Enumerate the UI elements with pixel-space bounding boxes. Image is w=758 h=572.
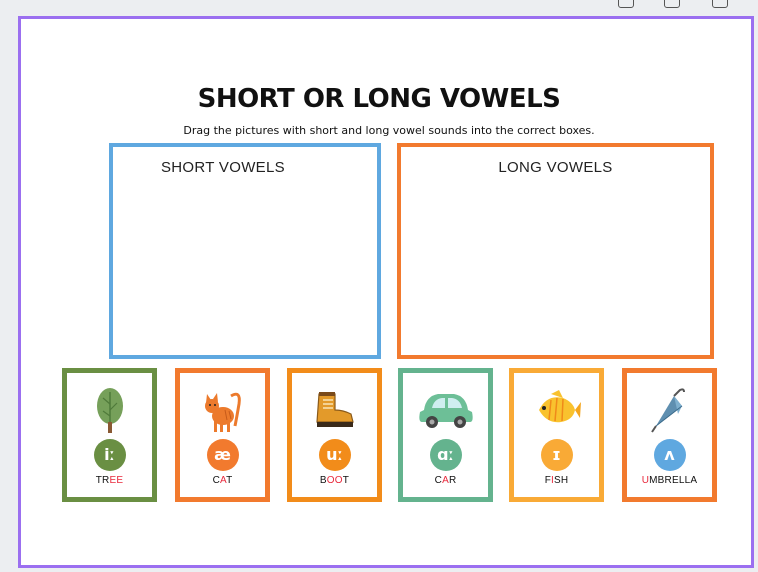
phonetic-symbol: iː	[93, 439, 126, 471]
page-title: SHORT OR LONG VOWELS	[197, 84, 561, 114]
instructions: Drag the pictures with short and long vo…	[183, 124, 595, 137]
phonetic-symbol: æ	[206, 439, 239, 471]
cat-icon	[204, 392, 241, 432]
card-cat[interactable]: æ CAT	[175, 368, 270, 502]
phonetic-symbol: ɪ	[540, 439, 573, 471]
copy-icon[interactable]	[664, 0, 680, 8]
expand-icon[interactable]	[712, 0, 728, 8]
card-fish[interactable]: ɪ FISH	[509, 368, 604, 502]
info-icon[interactable]	[618, 0, 634, 8]
boot-icon	[315, 392, 354, 427]
phonetic-symbol: ʌ	[653, 439, 686, 471]
short-vowels-dropzone[interactable]: SHORT VOWELS	[109, 143, 381, 359]
umbrella-icon	[650, 388, 685, 433]
card-word: TREE	[95, 475, 124, 486]
toolbar-icons	[618, 0, 758, 12]
card-word: BOOT	[319, 475, 350, 486]
car-icon	[418, 394, 473, 428]
card-car[interactable]: ɑː CAR	[398, 368, 493, 502]
card-boot[interactable]: uː BOOT	[287, 368, 382, 502]
phonetic-symbol: ɑː	[429, 439, 462, 471]
card-word: CAT	[212, 475, 233, 486]
long-vowels-label: LONG VOWELS	[498, 159, 613, 176]
card-word: CAR	[434, 475, 457, 486]
phonetic-symbol: uː	[318, 439, 351, 471]
fish-icon	[538, 390, 581, 423]
card-tree[interactable]: iː TREE	[62, 368, 157, 502]
card-word: FISH	[544, 475, 569, 486]
tree-icon	[96, 388, 123, 433]
long-vowels-dropzone[interactable]: LONG VOWELS	[397, 143, 714, 359]
card-umbrella[interactable]: ʌ UMBRELLA	[622, 368, 717, 502]
short-vowels-label: SHORT VOWELS	[161, 159, 285, 176]
card-word: UMBRELLA	[641, 475, 698, 486]
